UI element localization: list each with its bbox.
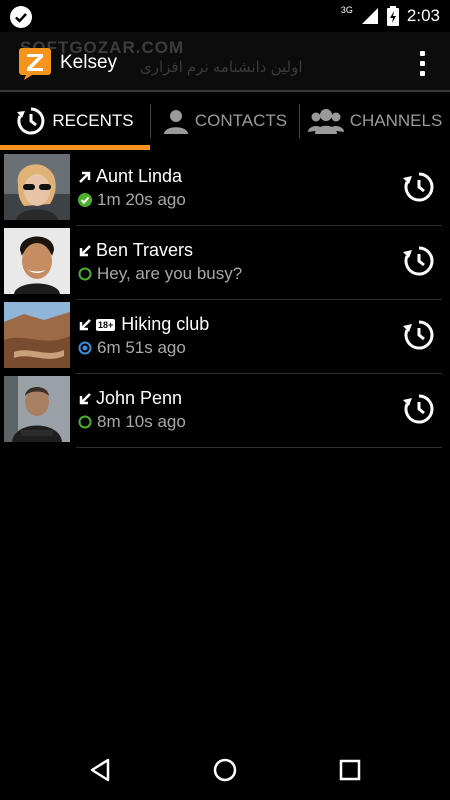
active-tab-indicator: [0, 145, 150, 150]
tab-label: CONTACTS: [194, 111, 288, 130]
tab-channels[interactable]: CHANNELS: [300, 92, 450, 150]
signal-icon: [361, 8, 378, 24]
channel-status-icon: [78, 341, 92, 355]
recent-apps-icon[interactable]: [337, 757, 363, 783]
recents-clock-icon: [17, 107, 45, 135]
incoming-arrow-icon: [79, 318, 91, 330]
last-activity: 1m 20s ago: [97, 190, 186, 209]
last-activity: 8m 10s ago: [97, 412, 186, 431]
avatar: [4, 302, 70, 368]
tab-bar: RECENTS CONTACTS CHANNELS: [0, 90, 450, 150]
notification-check-icon: [10, 6, 32, 28]
available-status-icon: [78, 415, 92, 429]
contact-name: John Penn: [96, 388, 183, 408]
tab-label: RECENTS: [52, 111, 134, 130]
overflow-menu-icon[interactable]: [414, 48, 430, 78]
online-status-icon: [78, 193, 92, 207]
contact-name: Aunt Linda: [96, 166, 183, 186]
clock: 2:03: [406, 6, 440, 25]
replay-history-icon[interactable]: [402, 318, 436, 352]
tab-label: CHANNELS: [349, 111, 443, 130]
network-type: 3G: [340, 5, 353, 15]
channel-name: Hiking club: [121, 314, 210, 334]
back-icon[interactable]: [88, 757, 114, 783]
avatar: [4, 228, 70, 294]
replay-history-icon[interactable]: [402, 244, 436, 278]
zello-logo-icon[interactable]: [18, 46, 52, 80]
list-item[interactable]: Aunt Linda 1m 20s ago: [0, 152, 450, 226]
row-divider: [76, 447, 442, 448]
replay-history-icon[interactable]: [402, 392, 436, 426]
list-item[interactable]: Ben Travers Hey, are you busy?: [0, 226, 450, 300]
tab-recents[interactable]: RECENTS: [0, 92, 150, 150]
outgoing-arrow-icon: [79, 171, 91, 183]
available-status-icon: [78, 267, 92, 281]
avatar: [4, 154, 70, 220]
last-activity: 6m 51s ago: [97, 338, 186, 357]
status-bar: 3G 2:03: [0, 0, 450, 32]
avatar: [4, 376, 70, 442]
recents-list: Aunt Linda 1m 20s ago Ben Travers Hey, a…: [0, 152, 450, 448]
last-message: Hey, are you busy?: [97, 264, 243, 283]
replay-history-icon[interactable]: [402, 170, 436, 204]
incoming-arrow-icon: [79, 244, 91, 256]
battery-icon: [386, 6, 399, 26]
list-item[interactable]: John Penn 8m 10s ago: [0, 374, 450, 448]
group-icon: [307, 109, 344, 134]
person-icon: [163, 110, 188, 134]
contact-name: Ben Travers: [96, 240, 194, 260]
watermark-subtitle: اولین دانشنامه نرم افزاری: [140, 59, 303, 76]
list-item[interactable]: 18+ Hiking club 6m 51s ago: [0, 300, 450, 374]
age-restriction-badge: 18+: [96, 318, 116, 331]
incoming-arrow-icon: [79, 392, 91, 404]
tab-contacts[interactable]: CONTACTS: [151, 92, 299, 150]
home-icon[interactable]: [212, 757, 238, 783]
system-nav-bar: [0, 740, 450, 800]
app-title[interactable]: Kelsey: [60, 52, 117, 74]
